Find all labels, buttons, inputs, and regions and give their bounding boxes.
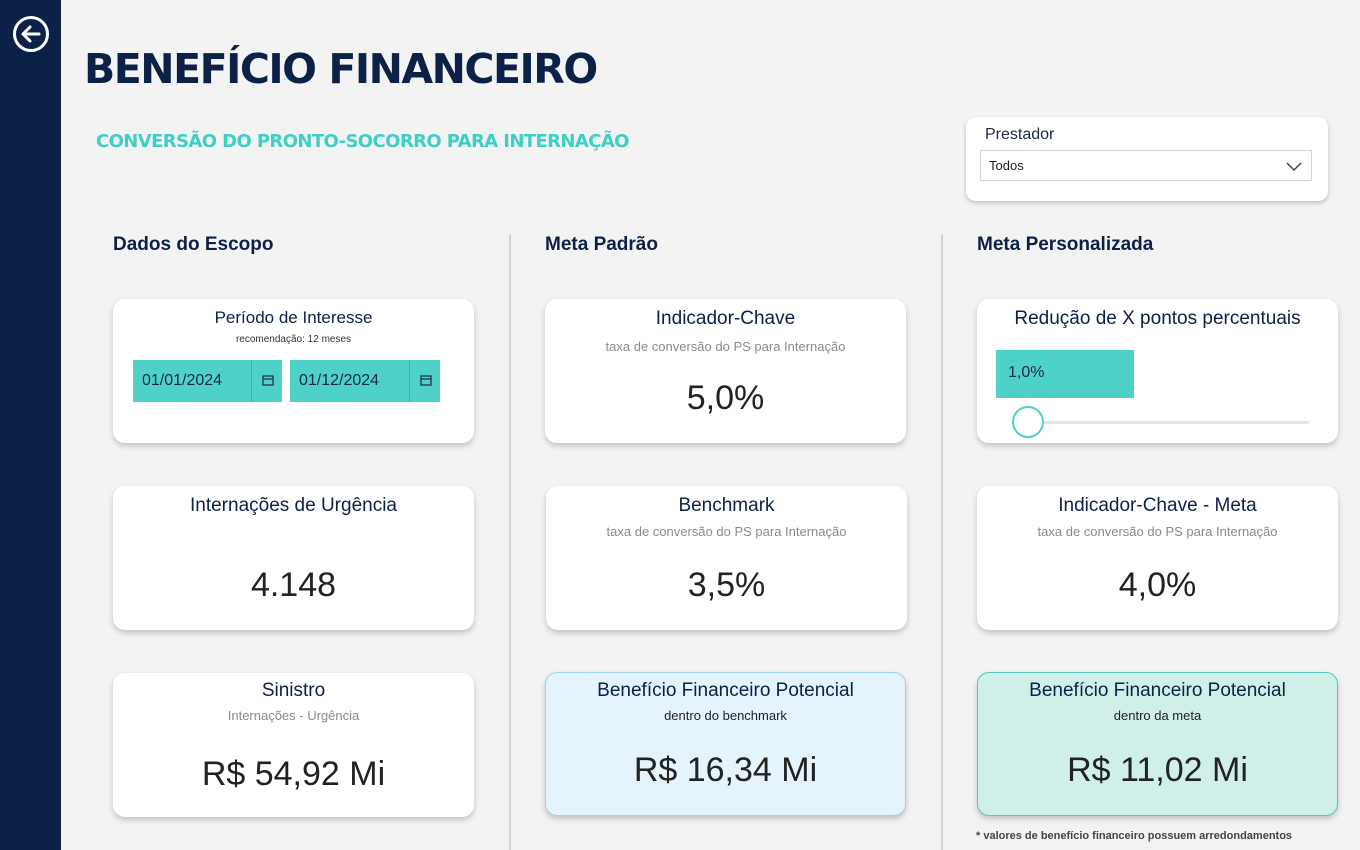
urgent-admissions-value: 4.148 xyxy=(250,566,337,604)
column-divider xyxy=(941,234,943,850)
back-arrow-icon xyxy=(21,25,41,43)
period-card: Período de Interesse recomendação: 12 me… xyxy=(113,299,474,443)
indicator-goal-subtitle: taxa de conversão do PS para Internação xyxy=(1037,524,1278,539)
page-title: BENEFÍCIO FINANCEIRO xyxy=(84,45,598,93)
rounding-footnote: * valores de benefício financeiro possue… xyxy=(976,830,1293,842)
reduction-value: 1,0% xyxy=(1008,364,1045,381)
benefit-goal-title: Benefício Financeiro Potencial xyxy=(1029,680,1286,701)
benefit-goal-subtitle: dentro da meta xyxy=(1113,708,1202,723)
sidebar xyxy=(0,0,61,850)
benefit-benchmark-title: Benefício Financeiro Potencial xyxy=(597,680,854,701)
start-date-field[interactable]: 01/01/2024 xyxy=(133,360,282,402)
key-indicator-card: Indicador-Chave taxa de conversão do PS … xyxy=(545,299,906,443)
claims-card: Sinistro Internações - Urgência R$ 54,92… xyxy=(113,673,474,817)
period-title: Período de Interesse xyxy=(214,308,373,327)
end-date-field[interactable]: 01/12/2024 xyxy=(290,360,440,402)
key-indicator-subtitle: taxa de conversão do PS para Internação xyxy=(605,339,846,354)
urgent-admissions-card: Internações de Urgência 4.148 xyxy=(113,486,474,630)
column-header-scope: Dados do Escopo xyxy=(113,234,274,255)
start-date-calendar-button[interactable] xyxy=(251,360,282,402)
calendar-icon xyxy=(262,375,274,386)
key-indicator-value: 5,0% xyxy=(686,379,765,417)
claims-subtitle: Internações - Urgência xyxy=(227,708,360,723)
reduction-input[interactable]: 1,0% xyxy=(996,350,1134,398)
column-header-standard: Meta Padrão xyxy=(545,234,658,255)
urgent-admissions-title: Internações de Urgência xyxy=(189,495,397,516)
provider-filter-label: Prestador xyxy=(985,126,1055,143)
chevron-down-icon xyxy=(1286,162,1302,172)
benchmark-subtitle: taxa de conversão do PS para Internação xyxy=(606,524,847,539)
benefit-benchmark-subtitle: dentro do benchmark xyxy=(664,708,787,723)
column-divider xyxy=(509,234,511,850)
claims-value: R$ 54,92 Mi xyxy=(201,755,386,793)
back-button[interactable] xyxy=(13,16,49,52)
claims-title: Sinistro xyxy=(261,680,326,701)
period-recommendation: recomendação: 12 meses xyxy=(235,334,352,345)
benefit-benchmark-value: R$ 16,34 Mi xyxy=(633,751,818,789)
reduction-slider-handle[interactable] xyxy=(1011,406,1044,438)
provider-filter: Prestador Todos xyxy=(966,117,1328,201)
indicator-goal-value: 4,0% xyxy=(1118,566,1197,604)
reduction-card: Redução de X pontos percentuais 1,0% xyxy=(977,299,1338,443)
benefit-benchmark-card: Benefício Financeiro Potencial dentro do… xyxy=(545,672,906,816)
end-date-calendar-button[interactable] xyxy=(409,360,440,402)
start-date-value: 01/01/2024 xyxy=(142,372,223,389)
provider-select[interactable]: Todos xyxy=(980,150,1312,181)
benchmark-value: 3,5% xyxy=(687,566,766,604)
benchmark-title: Benchmark xyxy=(678,495,775,516)
benefit-goal-card: Benefício Financeiro Potencial dentro da… xyxy=(977,672,1338,816)
key-indicator-title: Indicador-Chave xyxy=(655,308,796,329)
page-subtitle: CONVERSÃO DO PRONTO-SOCORRO PARA INTERNA… xyxy=(96,131,629,152)
provider-select-value: Todos xyxy=(989,158,1024,173)
calendar-icon xyxy=(420,375,432,386)
column-header-custom: Meta Personalizada xyxy=(977,234,1154,255)
benefit-goal-value: R$ 11,02 Mi xyxy=(1067,751,1248,789)
indicator-goal-title: Indicador-Chave - Meta xyxy=(1058,495,1257,516)
reduction-slider-track[interactable] xyxy=(1013,421,1309,424)
reduction-title: Redução de X pontos percentuais xyxy=(1014,308,1301,329)
end-date-value: 01/12/2024 xyxy=(299,372,380,389)
benchmark-card: Benchmark taxa de conversão do PS para I… xyxy=(546,486,907,630)
indicator-goal-card: Indicador-Chave - Meta taxa de conversão… xyxy=(977,486,1338,630)
